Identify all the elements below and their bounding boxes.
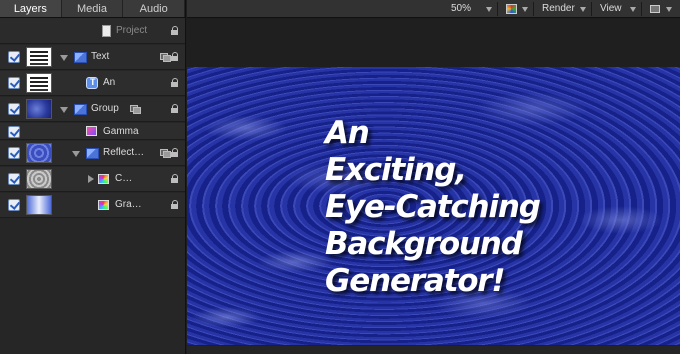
disclosure-triangle-icon[interactable]	[72, 151, 80, 157]
text-layer-icon	[86, 77, 98, 89]
lock-icon[interactable]	[171, 174, 179, 183]
headline-line: Exciting,	[325, 152, 467, 188]
toolbar-divider	[497, 2, 498, 16]
layer-row-an[interactable]: An	[0, 71, 185, 96]
visibility-checkbox[interactable]	[8, 103, 20, 115]
view-menu[interactable]: View	[600, 0, 622, 18]
color-channels-icon[interactable]	[506, 4, 517, 14]
layer-label-an: An	[103, 77, 116, 88]
lock-icon[interactable]	[171, 52, 179, 61]
toolbar-divider	[641, 2, 642, 16]
disclosure-triangle-icon[interactable]	[60, 107, 68, 113]
layer-thumbnail	[26, 169, 52, 189]
headline-line: Eye-Catching	[325, 189, 541, 225]
group-icon	[74, 104, 87, 115]
layers-panel: Layers Media Audio Project Text An	[0, 0, 186, 354]
filter-icon	[86, 126, 97, 136]
panel-tabs: Layers Media Audio	[0, 0, 186, 18]
canvas-toolbar: 50% Render View	[187, 0, 680, 18]
lock-icon[interactable]	[171, 104, 179, 113]
layer-label-gradient: Gra…	[115, 199, 142, 210]
tab-media[interactable]: Media	[62, 0, 124, 17]
layer-thumbnail	[26, 73, 52, 93]
layer-thumbnail	[26, 143, 52, 163]
tab-audio[interactable]: Audio	[123, 0, 186, 17]
lock-icon[interactable]	[171, 200, 179, 209]
headline-text: An Exciting, Eye-Catching Background Gen…	[325, 115, 541, 300]
visibility-checkbox[interactable]	[8, 126, 20, 138]
visibility-checkbox[interactable]	[8, 51, 20, 63]
layer-label-text: Text	[91, 51, 110, 62]
chevron-down-icon	[580, 7, 586, 12]
visibility-checkbox[interactable]	[8, 77, 20, 89]
link-icon[interactable]	[160, 53, 171, 62]
link-icon[interactable]	[160, 149, 171, 158]
canvas-preview[interactable]: An Exciting, Eye-Catching Background Gen…	[187, 67, 680, 345]
disclosure-triangle-icon[interactable]	[88, 175, 94, 183]
visibility-checkbox[interactable]	[8, 199, 20, 211]
lock-icon[interactable]	[171, 26, 179, 35]
layer-row-project[interactable]: Project	[0, 19, 185, 44]
layer-row-gradient[interactable]: Gra…	[0, 193, 185, 218]
layer-label-reflect: Reflect…	[103, 147, 145, 158]
layer-row-text[interactable]: Text	[0, 45, 185, 70]
layers-list: Project Text An Group	[0, 19, 185, 354]
headline-line: An	[325, 115, 370, 151]
headline-line: Background	[325, 226, 523, 262]
toolbar-divider	[591, 2, 592, 16]
layer-label-gamma: Gamma	[103, 126, 139, 137]
chevron-down-icon	[630, 7, 636, 12]
layer-thumbnail	[26, 195, 52, 215]
visibility-checkbox[interactable]	[8, 173, 20, 185]
link-icon[interactable]	[130, 105, 141, 114]
layer-label-group: Group	[91, 103, 119, 114]
headline-line: Generator!	[325, 263, 506, 299]
disclosure-triangle-icon[interactable]	[60, 55, 68, 61]
canvas-bottom-bar	[187, 346, 680, 354]
chevron-down-icon	[666, 7, 672, 12]
tab-layers[interactable]: Layers	[0, 0, 62, 17]
zoom-dropdown[interactable]: 50%	[451, 0, 471, 18]
render-menu[interactable]: Render	[542, 0, 575, 18]
layer-row-group[interactable]: Group	[0, 97, 185, 122]
layer-row-reflect[interactable]: Reflect…	[0, 141, 185, 166]
layer-thumbnail	[26, 47, 52, 67]
lock-icon[interactable]	[171, 78, 179, 87]
layer-label-project: Project	[116, 25, 148, 36]
layer-row-c[interactable]: C…	[0, 167, 185, 192]
chevron-down-icon	[522, 7, 528, 12]
generator-icon	[98, 200, 109, 210]
group-icon	[86, 148, 99, 159]
layer-label-c: C…	[115, 173, 133, 184]
lock-icon[interactable]	[171, 148, 179, 157]
layer-thumbnail	[26, 99, 52, 119]
toolbar-divider	[533, 2, 534, 16]
chevron-down-icon	[486, 7, 492, 12]
generator-icon	[98, 174, 109, 184]
window-layout-icon[interactable]	[650, 5, 660, 13]
group-icon	[74, 52, 87, 63]
layer-row-gamma[interactable]: Gamma	[0, 123, 185, 140]
visibility-checkbox[interactable]	[8, 147, 20, 159]
project-icon	[102, 25, 111, 37]
